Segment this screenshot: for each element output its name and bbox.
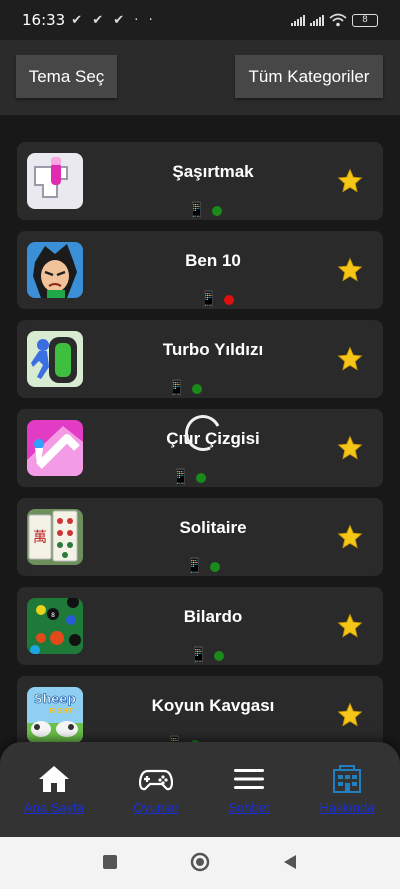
- bottom-navigation: Ana Sayfa Oyunlar Sohbet Hakkında: [0, 742, 400, 837]
- svg-text:8: 8: [51, 612, 55, 619]
- nav-label[interactable]: Sohbet: [228, 800, 269, 815]
- status-dot: [209, 562, 220, 572]
- phone-icon: 📱: [185, 558, 204, 575]
- status-dot: [195, 473, 206, 483]
- game-thumbnail: [27, 420, 83, 476]
- nav-label[interactable]: Hakkında: [320, 800, 375, 815]
- battery-icon: 8: [352, 13, 378, 27]
- game-thumbnail: [27, 153, 83, 209]
- game-thumbnail: 萬: [27, 509, 83, 565]
- status-dot: [191, 384, 202, 394]
- game-card[interactable]: Şaşırtmak 📱: [17, 142, 383, 220]
- notification-icons: ✔ ✔ ✔ · ·: [71, 12, 156, 28]
- nav-label[interactable]: Oyunlar: [133, 800, 179, 815]
- game-title: Ben 10 📱: [185, 251, 241, 308]
- star-icon[interactable]: [337, 613, 363, 639]
- star-icon[interactable]: [337, 702, 363, 728]
- game-card[interactable]: Ben 10 📱: [17, 231, 383, 309]
- star-icon[interactable]: [337, 524, 363, 550]
- theme-select-button[interactable]: Tema Seç: [16, 55, 117, 98]
- game-title: Şaşırtmak 📱: [172, 162, 254, 219]
- back-icon[interactable]: [282, 854, 298, 870]
- wifi-icon: [329, 13, 347, 27]
- nav-label[interactable]: Ana Sayfa: [24, 800, 84, 815]
- signal-icon: [310, 14, 324, 26]
- game-thumbnail: Sheep FIGHT: [27, 687, 83, 743]
- game-title: Koyun Kavgası 📱: [103, 696, 323, 753]
- game-thumbnail: [27, 331, 83, 387]
- info-building-icon: [333, 765, 361, 793]
- game-thumbnail: 8: [27, 598, 83, 654]
- phone-icon: 📱: [189, 647, 208, 664]
- status-dot: [223, 295, 234, 305]
- top-bar: Tema Seç Tüm Kategoriler: [0, 40, 400, 115]
- game-card[interactable]: 8 Bilardo 📱: [17, 587, 383, 665]
- star-icon[interactable]: [337, 346, 363, 372]
- all-categories-button[interactable]: Tüm Kategoriler: [235, 55, 383, 98]
- phone-icon: 📱: [167, 380, 186, 397]
- menu-icon: [234, 769, 264, 789]
- nav-games[interactable]: Oyunlar: [111, 764, 201, 815]
- game-title: Turbo Yıldızı 📱: [162, 340, 264, 397]
- nav-chat[interactable]: Sohbet: [204, 764, 294, 815]
- star-icon[interactable]: [337, 435, 363, 461]
- game-title: Bilardo 📱: [183, 607, 243, 664]
- svg-text:FIGHT: FIGHT: [49, 707, 73, 715]
- phone-icon: 📱: [171, 469, 190, 486]
- status-dot: [213, 651, 224, 661]
- phone-icon: 📱: [199, 291, 218, 308]
- star-icon[interactable]: [337, 168, 363, 194]
- star-icon[interactable]: [337, 257, 363, 283]
- status-dot: [211, 206, 222, 216]
- game-title: Solitaire 📱: [179, 518, 247, 575]
- nav-home[interactable]: Ana Sayfa: [9, 764, 99, 815]
- game-card[interactable]: 萬 Solitaire 📱: [17, 498, 383, 576]
- clock: 16:33: [22, 11, 66, 29]
- signal-icon: [291, 14, 305, 26]
- status-bar: 16:33 ✔ ✔ ✔ · · 8: [0, 0, 400, 40]
- game-card[interactable]: Turbo Yıldızı 📱: [17, 320, 383, 398]
- phone-icon: 📱: [187, 202, 206, 219]
- gamepad-icon: [139, 769, 173, 791]
- svg-text:萬: 萬: [33, 530, 47, 546]
- svg-text:Sheep: Sheep: [34, 692, 76, 706]
- nav-about[interactable]: Hakkında: [302, 764, 392, 815]
- recent-apps-icon[interactable]: [102, 854, 118, 870]
- game-list: Şaşırtmak 📱 Ben 10 📱 Turbo Yıldızı 📱 Çıt…: [17, 142, 383, 765]
- game-thumbnail: [27, 242, 83, 298]
- system-navigation-bar: [0, 837, 400, 889]
- home-icon: [39, 766, 69, 792]
- home-button-icon[interactable]: [190, 852, 210, 872]
